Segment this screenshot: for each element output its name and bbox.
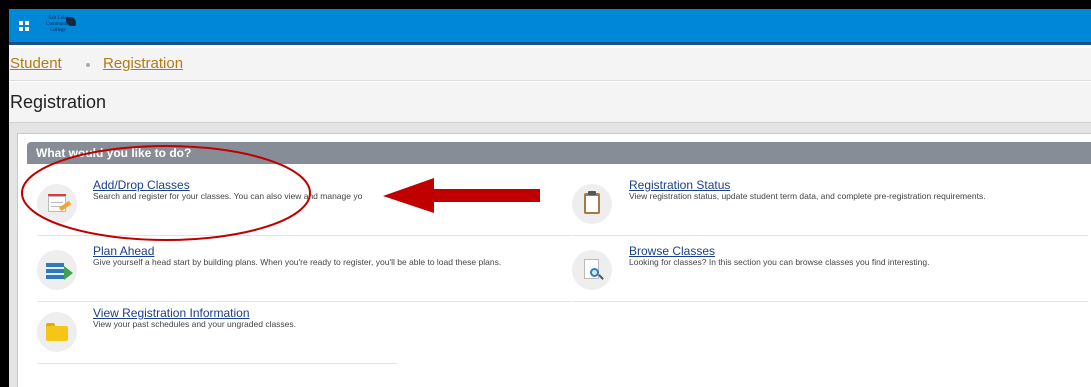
action-browse-classes[interactable]: Browse Classes Looking for classes? In t… [572,242,1088,302]
action-description: Give yourself a head start by building p… [93,257,502,267]
breadcrumb: Student Registration [9,48,1091,81]
action-description: View your past schedules and your ungrad… [93,319,297,329]
college-logo[interactable]: Salt Lake Community College [40,16,76,36]
action-description: Looking for classes? In this section you… [629,257,930,267]
action-description: View registration status, update student… [629,191,986,201]
action-title[interactable]: Browse Classes [629,244,715,258]
content-area: What would you like to do? Add/Drop Clas… [9,123,1091,387]
logo-text-line: College [50,28,66,33]
breadcrumb-registration[interactable]: Registration [103,55,183,72]
clipboard-icon [572,184,612,224]
action-title[interactable]: Registration Status [629,178,730,192]
action-plan-ahead[interactable]: Plan Ahead Give yourself a head start by… [37,242,571,302]
action-title[interactable]: Plan Ahead [93,244,154,258]
calendar-edit-icon [37,184,77,224]
top-bar: Salt Lake Community College [9,9,1091,45]
breadcrumb-separator [86,63,90,67]
action-description: Search and register for your classes. Yo… [93,191,363,201]
page-title: Registration [10,92,107,112]
logo-mark-icon [66,17,76,26]
folder-icon [37,312,77,352]
panel-header: What would you like to do? [27,142,1091,164]
action-title[interactable]: View Registration Information [93,306,250,320]
registration-panel: What would you like to do? Add/Drop Clas… [17,133,1091,387]
app-frame: Salt Lake Community College Student Regi… [9,9,1091,387]
app-grid-icon[interactable] [19,21,29,31]
breadcrumb-student[interactable]: Student [10,55,62,72]
action-registration-status[interactable]: Registration Status View registration st… [572,176,1088,236]
action-view-registration-information[interactable]: View Registration Information View your … [37,304,397,364]
panel-header-text: What would you like to do? [36,146,192,160]
page-title-bar: Registration [9,82,1091,123]
action-title[interactable]: Add/Drop Classes [93,178,190,192]
document-search-icon [572,250,612,290]
plan-stack-icon [37,250,77,290]
action-add-drop-classes[interactable]: Add/Drop Classes Search and register for… [37,176,571,236]
